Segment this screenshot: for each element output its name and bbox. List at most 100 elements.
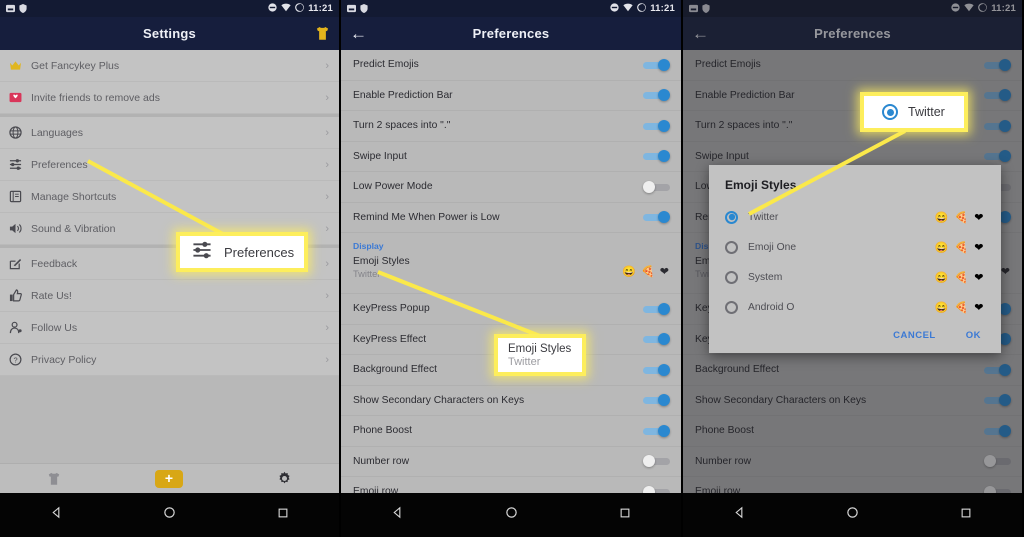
square-recents-icon[interactable] [619,506,631,524]
speaker-icon [9,222,31,235]
circle-home-icon[interactable] [163,506,176,524]
cancel-button[interactable]: CANCEL [893,330,936,341]
pref-row-label: Show Secondary Characters on Keys [695,394,867,406]
toggle-predict-emojis[interactable] [643,58,670,71]
toggle-number-row[interactable] [984,455,1011,468]
pref-row-phone-boost[interactable]: Phone Boost [341,416,681,447]
callout-emoji-styles: Emoji Styles Twitter [494,334,586,376]
pref-row-swipe-input[interactable]: Swipe Input [341,142,681,172]
back-arrow-icon[interactable]: ← [350,25,370,42]
pref-row-predict-emojis[interactable]: Predict Emojis [341,50,681,81]
pref-row-number-row[interactable]: Number row [341,447,681,477]
dialog-option-system[interactable]: System 😄 🍕 ❤ [725,262,985,292]
settings-item-manage-shortcuts[interactable]: Manage Shortcuts › [0,181,339,213]
square-recents-icon[interactable] [277,506,289,524]
toggle-show-secondary-characters[interactable] [984,394,1011,407]
pref-row-phone-boost[interactable]: Phone Boost [683,416,1022,447]
settings-item-rate-us[interactable]: Rate Us! › [0,280,339,312]
toggle-turn-2-spaces[interactable] [984,119,1011,132]
pref-row-label: Swipe Input [353,150,407,162]
triangle-back-icon[interactable] [733,506,746,524]
section-header-display: Display [341,233,681,252]
radio-unselected-icon[interactable] [725,300,738,314]
dialog-option-twitter[interactable]: Twitter 😄 🍕 ❤ [725,202,985,232]
toggle-show-secondary-characters[interactable] [643,394,670,407]
pref-row-enable-prediction-bar[interactable]: Enable Prediction Bar [341,81,681,111]
toggle-swipe-input[interactable] [984,150,1011,163]
page-title: Settings [143,26,196,41]
pref-row-emoji-styles[interactable]: Emoji Styles Twitter 😄 🍕 ❤ [341,252,681,294]
settings-item-get-fancykey-plus[interactable]: Get Fancykey Plus › [0,50,339,82]
status-time: 11:21 [991,3,1016,14]
square-recents-icon[interactable] [960,506,972,524]
radio-selected-icon[interactable] [725,210,738,224]
toggle-swipe-input[interactable] [643,150,670,163]
settings-item-follow-us[interactable]: Follow Us › [0,312,339,344]
page-title: Preferences [472,26,550,41]
settings-item-label: Follow Us [31,321,78,334]
pref-row-show-secondary-characters[interactable]: Show Secondary Characters on Keys [683,386,1022,416]
settings-item-privacy-policy[interactable]: ? Privacy Policy › [0,344,339,376]
back-arrow-icon[interactable]: ← [692,25,712,42]
settings-item-invite-friends[interactable]: Invite friends to remove ads › [0,82,339,114]
toggle-predict-emojis[interactable] [984,58,1011,71]
radio-unselected-icon[interactable] [725,240,738,254]
pref-row-background-effect[interactable]: Background Effect [683,355,1022,386]
theme-tshirt-button[interactable] [310,26,330,41]
three-panel-screenshot: 11:21 Settings Get Fancykey Plus › Invit… [0,0,1024,537]
toggle-turn-2-spaces[interactable] [643,119,670,132]
person-add-icon [9,321,31,334]
toggle-background-effect[interactable] [643,363,670,376]
settings-item-preferences[interactable]: Preferences › [0,149,339,181]
ok-button[interactable]: OK [966,330,981,341]
pref-row-turn-2-spaces[interactable]: Turn 2 spaces into "." [683,111,1022,142]
question-circle-icon: ? [9,353,31,366]
pref-row-remind-power-low[interactable]: Remind Me When Power is Low [341,203,681,233]
circle-home-icon[interactable] [505,506,518,524]
pref-row-show-secondary-characters[interactable]: Show Secondary Characters on Keys [341,386,681,416]
settings-item-languages[interactable]: Languages › [0,117,339,149]
chevron-right-icon: › [325,289,329,302]
tab-settings-button[interactable] [277,471,292,486]
pref-row-low-power-mode[interactable]: Low Power Mode [341,172,681,203]
edit-square-icon [9,257,31,270]
circle-home-icon[interactable] [846,506,859,524]
settings-list: Get Fancykey Plus › Invite friends to re… [0,50,339,376]
status-time: 11:21 [308,3,333,14]
status-bar-left: 11:21 [0,0,339,17]
settings-group: Languages › Preferences › Manage Shortcu… [0,114,339,245]
toggle-keypress-popup[interactable] [643,302,670,315]
chevron-right-icon: › [325,190,329,203]
toggle-keypress-effect[interactable] [643,333,670,346]
tab-themes-button[interactable] [47,472,61,486]
toggle-enable-prediction-bar[interactable] [643,89,670,102]
pref-row-turn-2-spaces[interactable]: Turn 2 spaces into "." [341,111,681,142]
toggle-low-power-mode[interactable] [643,180,670,193]
preferences-title-bar: ← Preferences [341,17,681,50]
dialog-option-emoji-one[interactable]: Emoji One 😄 🍕 ❤ [725,232,985,262]
dialog-option-android-o[interactable]: Android O 😄 🍕 ❤ [725,292,985,322]
thumbs-up-icon [9,289,31,302]
toggle-background-effect[interactable] [984,363,1011,376]
pref-row-predict-emojis[interactable]: Predict Emojis [683,50,1022,81]
sliders-icon [9,158,31,171]
pref-row-number-row[interactable]: Number row [683,447,1022,477]
tab-add-button[interactable]: + [155,469,183,488]
dnd-icon [610,2,619,15]
triangle-back-icon[interactable] [391,506,404,524]
dialog-option-label: Twitter [748,211,779,223]
toggle-phone-boost[interactable] [643,424,670,437]
moon-icon [637,2,647,15]
toggle-phone-boost[interactable] [984,424,1011,437]
pref-row-enable-prediction-bar[interactable]: Enable Prediction Bar [683,81,1022,111]
radio-unselected-icon[interactable] [725,270,738,284]
chevron-right-icon: › [325,222,329,235]
toggle-number-row[interactable] [643,455,670,468]
toggle-enable-prediction-bar[interactable] [984,89,1011,102]
pref-row-label: KeyPress Popup [353,303,430,315]
book-icon [9,190,31,203]
pref-row-keypress-popup[interactable]: KeyPress Popup [341,294,681,325]
toggle-remind-power-low[interactable] [643,211,670,224]
triangle-back-icon[interactable] [50,506,63,524]
settings-item-label: Manage Shortcuts [31,190,117,203]
